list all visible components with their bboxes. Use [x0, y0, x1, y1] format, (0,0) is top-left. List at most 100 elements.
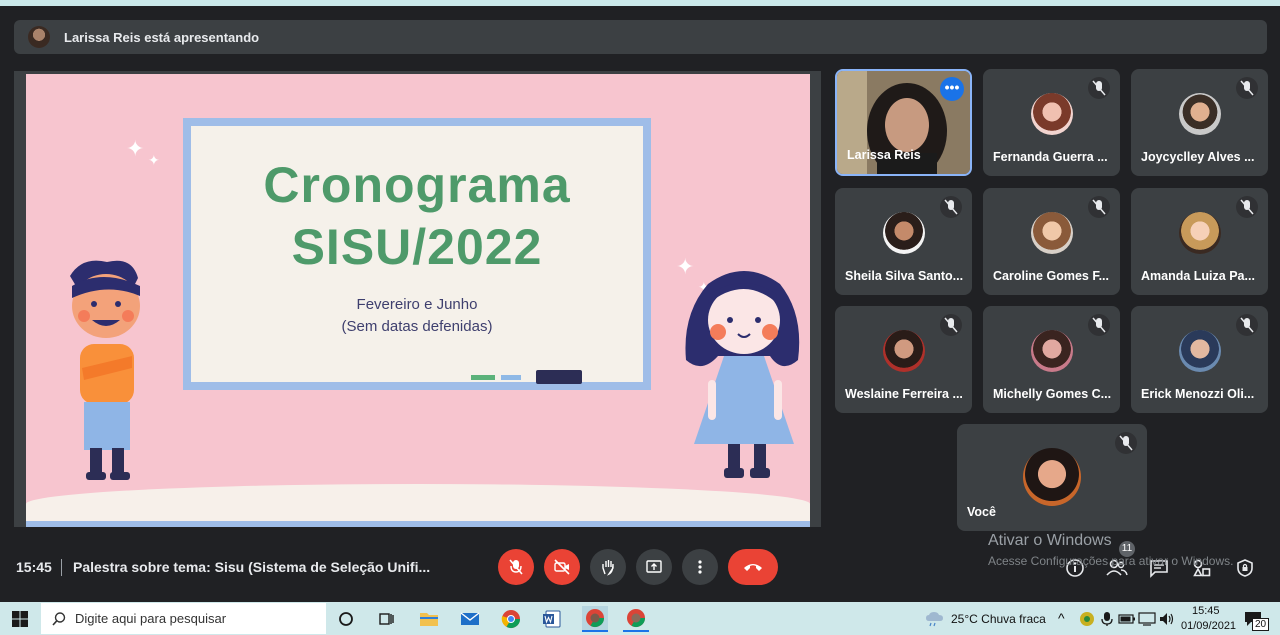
present-icon [646, 560, 662, 573]
participant-avatar [1178, 329, 1221, 372]
participant-avatar [882, 329, 925, 372]
slide-subtitle-line1: Fevereiro e Junho [356, 296, 478, 313]
chalk-illustration [471, 375, 495, 380]
whiteboard: Cronograma SISU/2022 Fevereiro e Junho (… [183, 118, 651, 390]
mic-off-icon [940, 314, 962, 336]
task-view-icon [379, 613, 394, 625]
taskbar-chrome-profile-active[interactable] [582, 606, 608, 632]
shield-lock-icon [1237, 559, 1253, 577]
more-vert-icon [698, 560, 702, 574]
tray-app-icon [1080, 612, 1094, 626]
taskbar-search-box[interactable]: Digite aqui para pesquisar [41, 603, 326, 634]
rain-cloud-icon [926, 612, 943, 627]
participant-tile[interactable]: Amanda Luiza Pa... [1131, 188, 1268, 295]
sparkle-icon: ✦ [126, 136, 145, 161]
camera-off-icon [554, 559, 570, 575]
sparkle-icon: ✦ [148, 152, 160, 168]
slide-title-line1: Cronograma [263, 157, 571, 213]
cortana-button[interactable] [333, 606, 359, 632]
participant-avatar [1030, 329, 1073, 372]
mic-toggle-button[interactable] [498, 549, 534, 585]
windows-activation-subtitle: Acesse Configurações para ativar o Windo… [988, 554, 1234, 568]
speaker-icon [1160, 613, 1174, 625]
search-icon [52, 611, 66, 626]
windows-logo-icon [12, 611, 28, 627]
chrome-profile-icon [627, 609, 645, 628]
participant-name: Larissa Reis [847, 148, 921, 162]
chrome-icon [501, 610, 520, 629]
mic-off-icon [1236, 196, 1258, 218]
participant-name: Sheila Silva Santo... [845, 269, 964, 283]
clock-date[interactable]: 01/09/2021 [1181, 620, 1236, 632]
participant-tile[interactable]: Caroline Gomes F... [983, 188, 1120, 295]
search-placeholder: Digite aqui para pesquisar [75, 611, 227, 626]
mic-off-icon [1088, 77, 1110, 99]
present-screen-button[interactable] [636, 549, 672, 585]
participant-name: Amanda Luiza Pa... [1141, 269, 1255, 283]
camera-toggle-button[interactable] [544, 549, 580, 585]
participant-tile[interactable]: Weslaine Ferreira ... [835, 306, 972, 413]
taskbar-chrome-profile[interactable] [623, 606, 649, 632]
weather-text[interactable]: 25°C Chuva fraca [951, 612, 1046, 626]
participant-avatar [1030, 92, 1073, 135]
participant-avatar [1178, 92, 1221, 135]
clock-time[interactable]: 15:45 [1192, 605, 1220, 617]
taskbar-mail[interactable] [457, 606, 483, 632]
more-options-button[interactable] [682, 549, 718, 585]
start-button[interactable] [7, 606, 33, 632]
phone-hangup-icon [744, 564, 762, 571]
participant-name: Weslaine Ferreira ... [845, 387, 963, 401]
mic-off-icon [940, 196, 962, 218]
participant-tile[interactable]: Erick Menozzi Oli... [1131, 306, 1268, 413]
participant-name: Erick Menozzi Oli... [1141, 387, 1255, 401]
participant-tile[interactable]: Joycyclley Alves ... [1131, 69, 1268, 176]
mic-off-icon [1236, 77, 1258, 99]
windows-activation-title: Ativar o Windows [988, 532, 1112, 549]
top-strip [0, 0, 1280, 6]
mic-off-icon [1088, 314, 1110, 336]
slide-bottom-bar [26, 521, 810, 527]
participant-name: Você [967, 505, 996, 519]
task-view-button[interactable] [373, 606, 399, 632]
divider [61, 559, 62, 576]
participant-tile[interactable]: Sheila Silva Santo... [835, 188, 972, 295]
more-options-icon[interactable]: ••• [940, 77, 964, 101]
microphone-icon [1101, 612, 1113, 626]
hand-icon [602, 560, 614, 576]
participant-avatar [1030, 211, 1073, 254]
taskbar-file-explorer[interactable] [416, 606, 442, 632]
participant-tile[interactable]: Fernanda Guerra ... [983, 69, 1120, 176]
chrome-profile-icon [586, 609, 604, 628]
eraser-illustration [536, 370, 582, 384]
boy-illustration [70, 260, 140, 480]
presentation-stage[interactable]: ✦ ✦ ✦ ✦ Cronograma SISU/2022 Fevereiro e… [14, 71, 821, 527]
presenter-banner: Larissa Reis está apresentando [14, 20, 1267, 54]
participant-tile-self[interactable]: Você [957, 424, 1147, 531]
mic-off-icon [1115, 432, 1137, 454]
participant-tile-larissa[interactable]: ••• Larissa Reis [835, 69, 972, 176]
meeting-title: Palestra sobre tema: Sisu (Sistema de Se… [73, 559, 431, 575]
word-icon [543, 610, 561, 628]
volume-tray-icon[interactable] [1154, 606, 1180, 632]
participant-avatar [882, 211, 925, 254]
floor [26, 484, 810, 524]
raise-hand-button[interactable] [590, 549, 626, 585]
presenter-avatar [28, 26, 50, 48]
leave-call-button[interactable] [728, 549, 778, 585]
slide-title-line2: SISU/2022 [291, 219, 543, 275]
participant-name: Michelly Gomes C... [993, 387, 1112, 401]
taskbar-word[interactable] [539, 606, 565, 632]
slide-subtitle-line2: (Sem datas defenidas) [341, 318, 493, 335]
mic-off-icon [1088, 196, 1110, 218]
participant-tile[interactable]: Michelly Gomes C... [983, 306, 1120, 413]
weather-widget-icon[interactable] [922, 606, 948, 632]
participant-name: Joycyclley Alves ... [1141, 150, 1255, 164]
mic-off-icon [1236, 314, 1258, 336]
self-avatar [1023, 447, 1081, 506]
chevron-up-icon[interactable]: ^ [1058, 610, 1065, 626]
host-controls-button[interactable] [1233, 556, 1257, 580]
notification-count: 20 [1252, 618, 1270, 631]
girl-illustration [685, 271, 800, 478]
taskbar-chrome[interactable] [498, 606, 524, 632]
folder-icon [420, 613, 438, 626]
